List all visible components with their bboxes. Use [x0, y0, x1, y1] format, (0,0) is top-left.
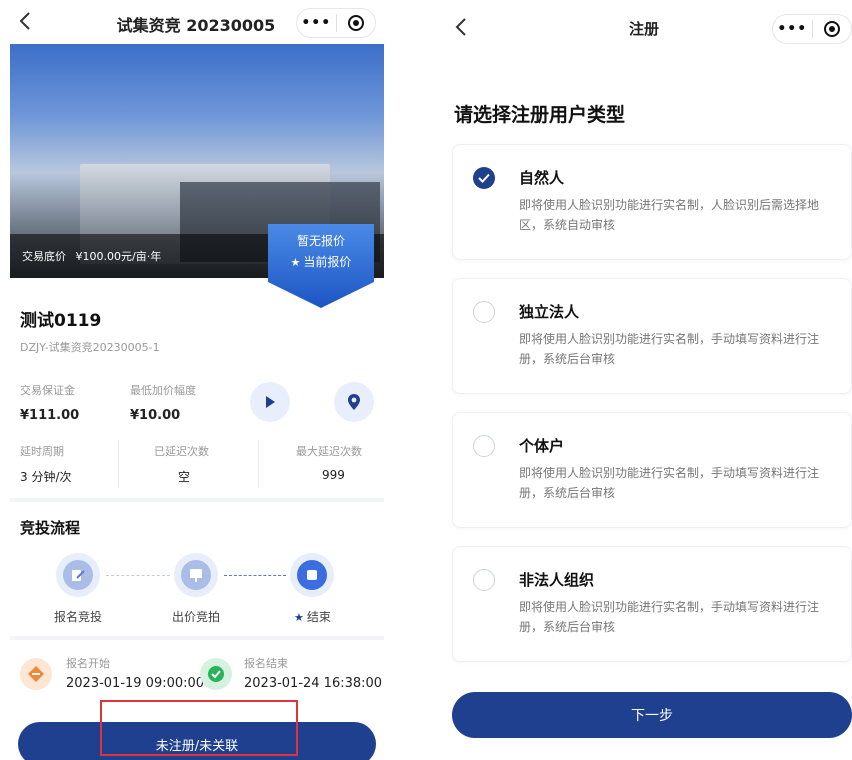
base-price-label: 交易底价 [22, 250, 66, 263]
more-icon[interactable]: ••• [297, 15, 336, 31]
section-divider [10, 498, 384, 502]
step-signup-icon [56, 553, 100, 597]
nav-bar: 试集资竞 20230005 ••• [0, 0, 392, 44]
option-name: 自然人 [519, 169, 565, 187]
mini-program-capsule: ••• [772, 14, 852, 44]
mini-program-capsule: ••• [296, 8, 376, 38]
radio-checked-icon[interactable] [473, 167, 495, 189]
location-button[interactable] [334, 382, 374, 422]
play-video-button[interactable] [250, 382, 290, 422]
step-connector [106, 575, 170, 576]
step-end-icon [290, 553, 334, 597]
column-divider [118, 440, 119, 488]
lot-title: 测试0119 [20, 311, 102, 331]
process-title: 竞投流程 [20, 519, 81, 537]
delayed-count-value: 空 [178, 470, 191, 484]
current-price-label: ★ 当前报价 [268, 253, 374, 270]
option-unincorporated-org[interactable]: 非法人组织 即将使用人脸识别功能进行实名制，手动填写资料进行注册，系统后台审核 [452, 546, 852, 662]
bid-board-icon [190, 569, 202, 582]
signup-start-icon [20, 658, 52, 690]
select-type-heading: 请选择注册用户类型 [454, 104, 626, 126]
location-pin-icon [348, 394, 360, 410]
nav-bar: 注册 ••• [436, 0, 852, 56]
auction-detail-screen: 试集资竞 20230005 ••• 交易底价 ¥100.00元/亩·年 暂无报价… [0, 0, 392, 760]
close-mini-program-icon[interactable] [812, 21, 851, 37]
more-icon[interactable]: ••• [773, 21, 812, 37]
base-price-value: ¥100.00元/亩·年 [75, 250, 162, 263]
increment-value: ¥10.00 [130, 408, 181, 423]
current-price-text: 当前报价 [303, 255, 352, 269]
section-divider [10, 636, 384, 640]
column-divider [258, 440, 259, 488]
option-desc: 即将使用人脸识别功能进行实名制，手动填写资料进行注册，系统后台审核 [519, 600, 820, 634]
radio-unchecked-icon[interactable] [473, 301, 495, 323]
step-label: 出价竞拍 [172, 610, 221, 624]
option-desc: 即将使用人脸识别功能进行实名制，手动填写资料进行注册，系统后台审核 [519, 332, 820, 366]
signup-end-icon [200, 658, 232, 690]
base-price: 交易底价 ¥100.00元/亩·年 [22, 248, 161, 264]
lot-code: DZJY-试集资竞20230005-1 [20, 341, 160, 354]
max-delay-value: 999 [322, 468, 345, 482]
option-legal-person[interactable]: 独立法人 即将使用人脸识别功能进行实名制，手动填写资料进行注册，系统后台审核 [452, 278, 852, 394]
no-bid-text: 暂无报价 [296, 234, 345, 248]
option-natural-person[interactable]: 自然人 即将使用人脸识别功能进行实名制，人脸识别后需选择地区，系统自动审核 [452, 144, 852, 260]
option-individual-business[interactable]: 个体户 即将使用人脸识别功能进行实名制，手动填写资料进行注册，系统后台审核 [452, 412, 852, 528]
option-name: 非法人组织 [519, 571, 595, 589]
star-icon: ★ [294, 611, 304, 624]
play-icon [266, 396, 275, 408]
register-type-screen: 注册 ••• 请选择注册用户类型 自然人 即将使用人脸识别功能进行实名制，人脸识… [436, 0, 852, 760]
signup-start-label: 报名开始 [66, 657, 110, 670]
deposit-value: ¥111.00 [20, 408, 80, 423]
close-mini-program-icon[interactable] [336, 15, 375, 31]
delayed-count-label: 已延迟次数 [154, 445, 209, 458]
next-step-button[interactable]: 下一步 [452, 692, 852, 738]
delay-period-value: 3 分钟/次 [20, 470, 72, 484]
current-price-badge: 暂无报价 ★ 当前报价 [268, 224, 374, 308]
star-icon: ★ [290, 256, 301, 269]
max-delay-label: 最大延迟次数 [296, 445, 362, 458]
step-label-text: 结束 [306, 610, 331, 624]
option-name: 独立法人 [519, 303, 580, 321]
signup-end-label: 报名结束 [244, 657, 288, 670]
signup-start-value: 2023-01-19 09:00:00 [66, 676, 205, 691]
step-label-current: ★ 结束 [294, 608, 331, 625]
step-label: 报名竞投 [54, 610, 103, 624]
signup-end-value: 2023-01-24 16:38:00 [244, 676, 383, 691]
option-desc: 即将使用人脸识别功能进行实名制，人脸识别后需选择地区，系统自动审核 [519, 198, 820, 232]
delay-period-label: 延时周期 [20, 445, 64, 458]
deposit-label: 交易保证金 [20, 384, 75, 397]
step-connector [224, 575, 286, 576]
step-bid-icon [174, 553, 218, 597]
edit-icon [72, 570, 85, 581]
option-desc: 即将使用人脸识别功能进行实名制，手动填写资料进行注册，系统后台审核 [519, 466, 820, 500]
increment-label: 最低加价幅度 [130, 384, 196, 397]
radio-unchecked-icon[interactable] [473, 435, 495, 457]
radio-unchecked-icon[interactable] [473, 569, 495, 591]
option-name: 个体户 [519, 437, 565, 455]
highlight-box [100, 700, 298, 756]
